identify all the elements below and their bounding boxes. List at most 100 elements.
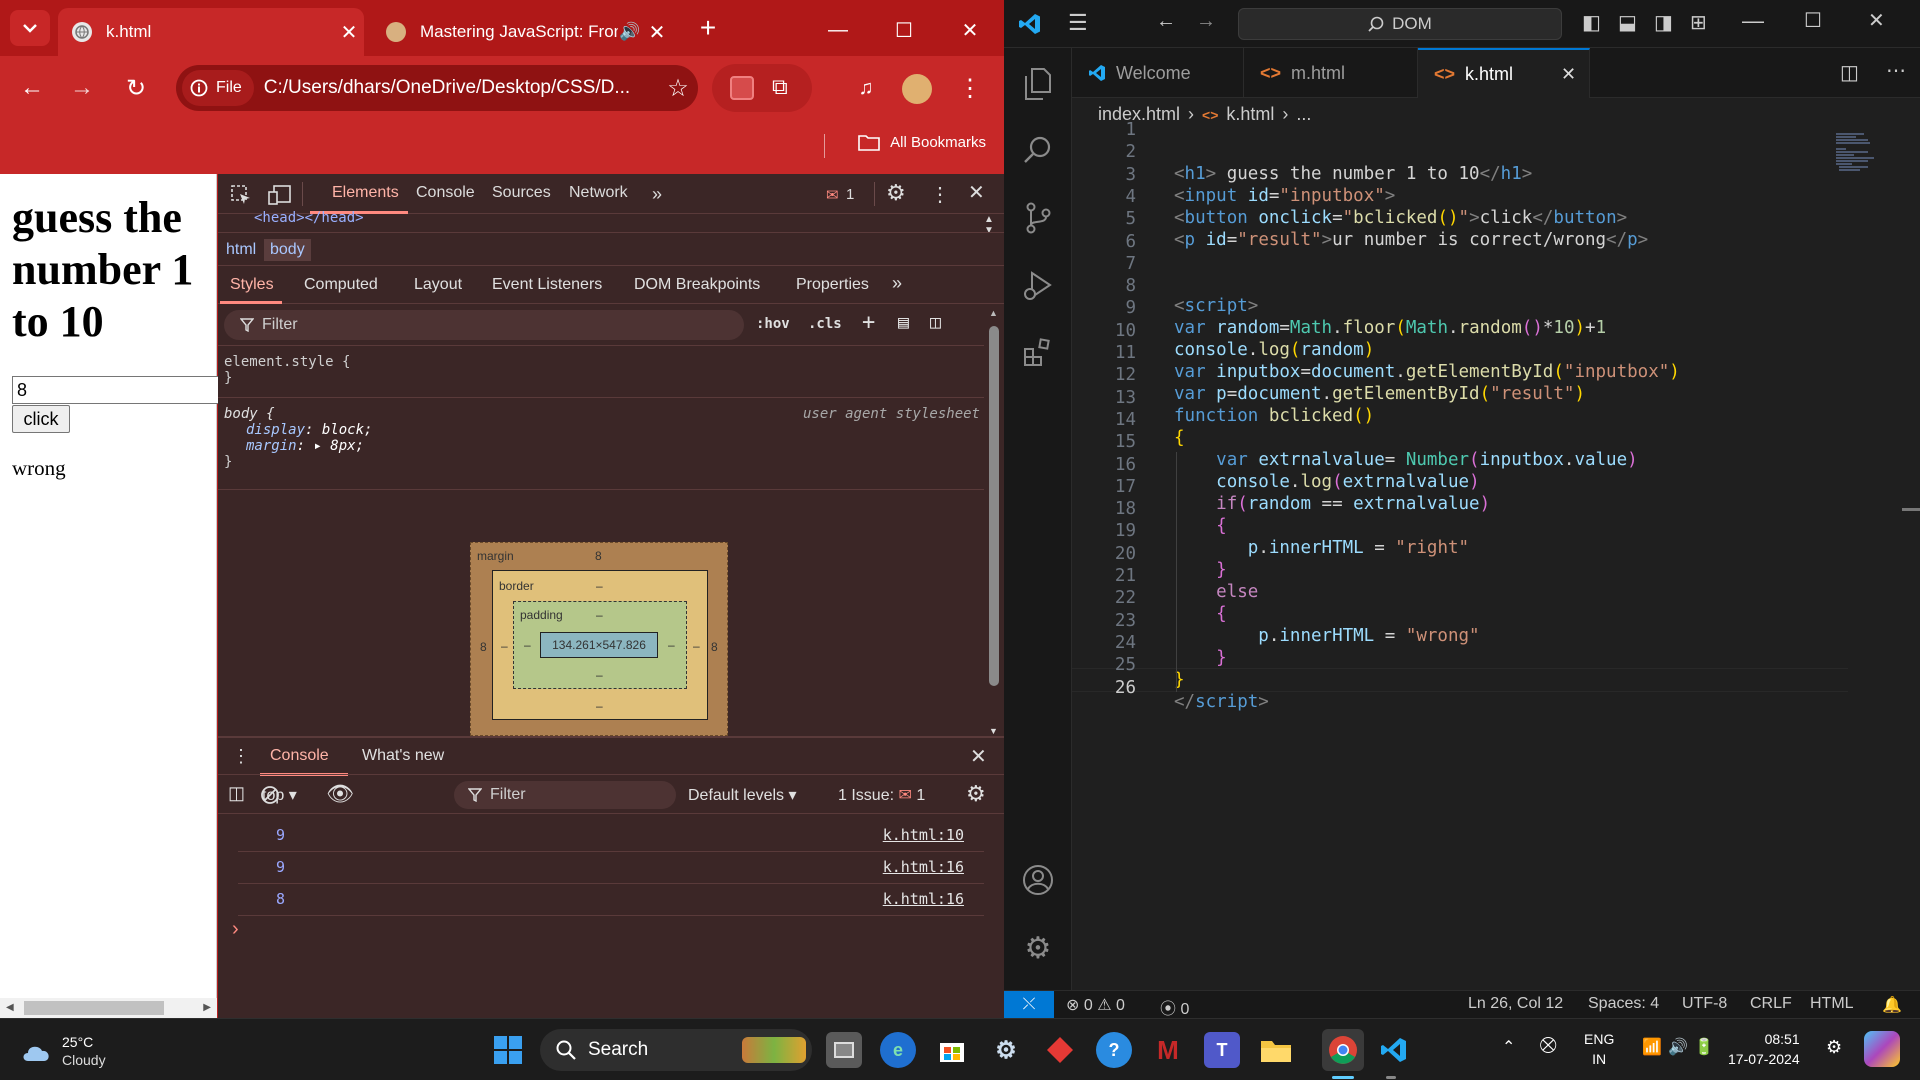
explorer-icon[interactable] <box>1018 64 1058 104</box>
crumb-body[interactable]: body <box>264 239 311 261</box>
language-mode[interactable]: HTML <box>1810 995 1854 1013</box>
css-value[interactable]: block; <box>322 422 373 438</box>
tab-event-listeners[interactable]: Event Listeners <box>492 276 602 294</box>
toggle-secondary-sidebar-icon[interactable]: ◨ <box>1654 10 1673 35</box>
show-hidden-icons-chevron-icon[interactable]: ⌃ <box>1502 1037 1515 1057</box>
css-property[interactable]: display <box>246 422 305 438</box>
bookmark-star-icon[interactable]: ☆ <box>658 74 698 103</box>
close-devtools-icon[interactable]: ✕ <box>968 180 985 205</box>
more-subtabs-icon[interactable]: » <box>892 273 902 294</box>
tab-layout[interactable]: Layout <box>414 276 462 294</box>
content-box[interactable]: 134.261×547.826 <box>540 632 658 658</box>
close-window-button[interactable]: ✕ <box>946 10 994 50</box>
toggle-primary-sidebar-icon[interactable]: ◧ <box>1582 10 1601 35</box>
close-window-button[interactable]: ✕ <box>1868 8 1885 33</box>
edge-browser-icon[interactable]: e <box>880 1032 916 1068</box>
encoding[interactable]: UTF-8 <box>1682 995 1727 1013</box>
maximize-button[interactable]: ☐ <box>880 10 928 50</box>
minimize-button[interactable]: — <box>814 10 862 50</box>
volume-icon[interactable]: 🔊 <box>1668 1037 1688 1057</box>
tab-console[interactable]: Console <box>416 184 475 202</box>
more-actions-icon[interactable]: ⋯ <box>1886 58 1906 83</box>
file-explorer-icon[interactable] <box>1258 1032 1294 1068</box>
app-diamond-icon[interactable] <box>1042 1032 1078 1068</box>
paint-brush-icon[interactable]: ▤ <box>898 312 909 333</box>
device-toolbar-icon[interactable] <box>268 184 292 206</box>
issues-badge-icon[interactable]: ✉ <box>826 186 839 204</box>
close-tab-icon[interactable]: ✕ <box>1561 64 1576 85</box>
console-sidebar-icon[interactable]: ◫ <box>228 783 245 804</box>
expand-triangle-icon[interactable]: ▸ <box>313 438 330 454</box>
source-control-icon[interactable] <box>1018 198 1058 238</box>
manage-gear-icon[interactable]: ⚙ <box>1018 928 1058 968</box>
css-value[interactable]: 8px; <box>330 438 364 454</box>
tab-dom-breakpoints[interactable]: DOM Breakpoints <box>634 276 760 294</box>
minimap[interactable] <box>1834 130 1894 190</box>
console-filter-input[interactable]: Filter <box>454 781 676 809</box>
address-bar[interactable]: File C:/Users/dhars/OneDrive/Desktop/CSS… <box>176 65 698 111</box>
cursor-position[interactable]: Ln 26, Col 12 <box>1468 995 1563 1013</box>
crumb-html[interactable]: html <box>220 239 262 261</box>
tab-m-html[interactable]: <> m.html <box>1244 48 1418 98</box>
run-debug-icon[interactable] <box>1018 266 1058 306</box>
weather-widget[interactable]: 25°C Cloudy <box>20 1033 106 1069</box>
log-source-link[interactable]: k.html:10 <box>883 826 964 844</box>
customize-layout-icon[interactable]: ⊞ <box>1690 10 1707 35</box>
vscode-taskbar-icon[interactable] <box>1376 1032 1412 1068</box>
more-menu-icon[interactable]: ⋮ <box>950 68 990 108</box>
reload-button[interactable]: ↻ <box>116 68 156 108</box>
battery-icon[interactable]: 🔋 <box>1694 1037 1714 1057</box>
forward-arrow-icon[interactable]: → <box>1196 10 1216 33</box>
back-button[interactable]: ← <box>12 68 52 108</box>
extension-icon[interactable] <box>730 76 754 100</box>
margin-box[interactable]: margin 8 8 8 border – – – – padding – – … <box>470 542 728 736</box>
hamburger-menu-icon[interactable]: ☰ <box>1068 10 1088 36</box>
windows-start-icon[interactable] <box>490 1032 526 1068</box>
issues-button[interactable]: 1 Issue: ✉ 1 <box>838 785 925 805</box>
tab-welcome[interactable]: Welcome <box>1072 48 1244 98</box>
tab-computed[interactable]: Computed <box>304 276 378 294</box>
split-editor-icon[interactable]: ◫ <box>1840 60 1859 85</box>
border-box[interactable]: border – – – – padding – – – – 134.261×5… <box>492 570 708 720</box>
site-info-chip[interactable]: File <box>182 70 254 106</box>
dom-tree-line[interactable]: <head></head> <box>254 210 364 224</box>
console-prompt[interactable]: › <box>232 918 239 941</box>
remote-indicator-icon[interactable]: ⤬ <box>1004 991 1054 1019</box>
drawer-tab-console[interactable]: Console <box>270 747 329 765</box>
new-style-rule-icon[interactable]: + <box>862 310 875 335</box>
issues-count[interactable]: 1 <box>846 186 854 203</box>
accounts-icon[interactable] <box>1018 860 1058 900</box>
log-source-link[interactable]: k.html:16 <box>883 890 964 908</box>
styles-filter-input[interactable]: Filter <box>224 310 744 340</box>
scroll-up-icon[interactable]: ▲ <box>989 308 998 318</box>
cls-toggle[interactable]: .cls <box>808 316 842 332</box>
css-property[interactable]: margin <box>246 438 297 454</box>
clock[interactable]: 08:51 17-07-2024 <box>1728 1029 1800 1069</box>
speaker-icon[interactable]: 🔊 <box>618 22 642 42</box>
breadcrumb-item[interactable]: k.html <box>1226 104 1274 125</box>
breadcrumb-item[interactable]: ... <box>1296 104 1311 125</box>
scroll-left-icon[interactable]: ◀ <box>6 1002 14 1013</box>
scrollbar-thumb[interactable] <box>989 326 999 686</box>
scroll-right-icon[interactable]: ▶ <box>203 1002 211 1013</box>
settings-gear-icon[interactable]: ⚙ <box>988 1032 1024 1068</box>
toggle-sidebar-icon[interactable]: ◫ <box>930 312 941 333</box>
console-settings-gear-icon[interactable]: ⚙ <box>966 781 986 807</box>
hov-toggle[interactable]: :hov <box>756 316 790 332</box>
forward-button[interactable]: → <box>62 68 102 108</box>
line-endings[interactable]: CRLF <box>1750 995 1792 1013</box>
maximize-button[interactable]: ☐ <box>1804 8 1822 33</box>
task-view-icon[interactable] <box>826 1032 862 1068</box>
settings-gear-icon[interactable]: ⚙ <box>886 180 906 206</box>
extensions-icon[interactable] <box>1018 332 1058 372</box>
search-icon[interactable] <box>1018 130 1058 170</box>
element-style-selector[interactable]: element.style { <box>224 354 978 370</box>
log-levels-dropdown[interactable]: Default levels ▾ <box>688 785 797 805</box>
notifications-bell-icon[interactable]: 🔔 <box>1882 995 1902 1015</box>
chrome-icon[interactable] <box>1322 1029 1364 1071</box>
guess-input[interactable] <box>12 376 222 404</box>
tab-styles[interactable]: Styles <box>230 276 274 294</box>
browser-tab-active[interactable]: k.html ✕ <box>58 8 364 56</box>
taskbar-search[interactable]: Search <box>540 1029 812 1071</box>
close-tab-icon[interactable]: ✕ <box>334 20 364 45</box>
